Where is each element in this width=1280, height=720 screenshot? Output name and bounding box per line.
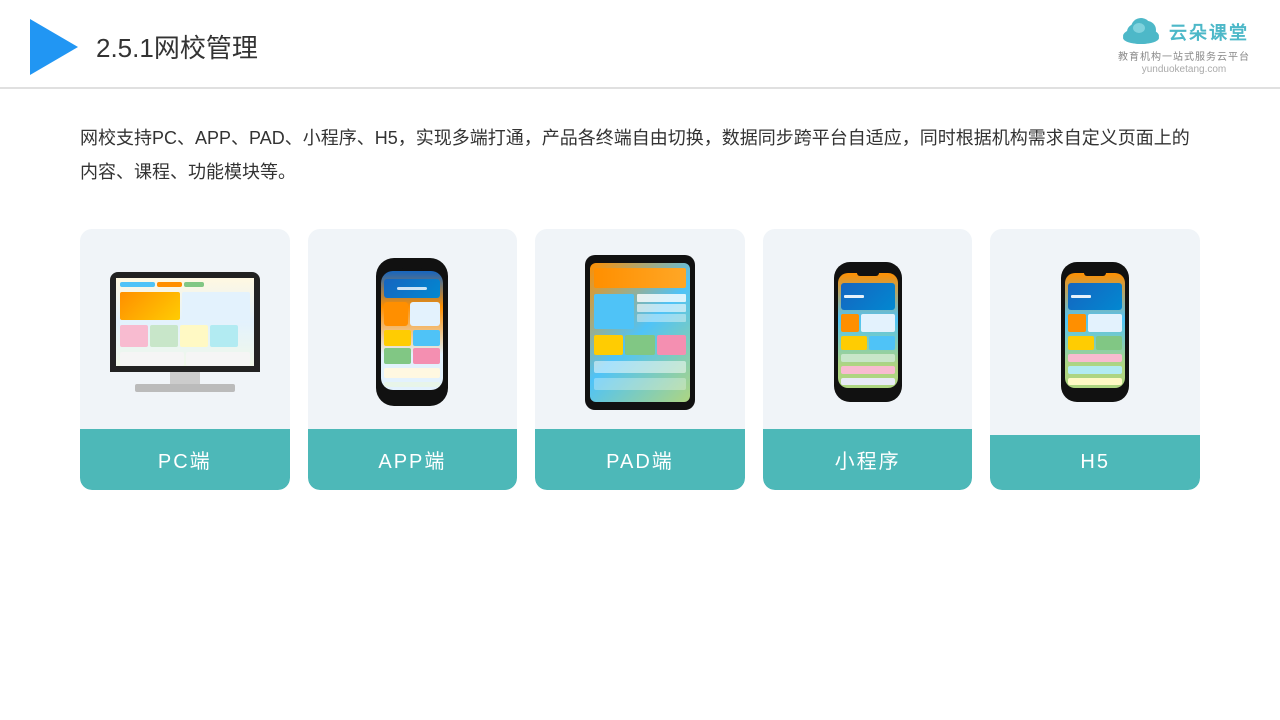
app-phone-mockup bbox=[376, 258, 448, 406]
title-prefix: 2.5.1 bbox=[96, 33, 154, 63]
h5-phone-outer bbox=[1061, 262, 1129, 402]
description-text: 网校支持PC、APP、PAD、小程序、H5，实现多端打通，产品各终端自由切换，数… bbox=[0, 89, 1280, 199]
app-card: APP端 bbox=[308, 229, 518, 490]
pc-base-neck bbox=[170, 372, 200, 384]
header-left: 2.5.1网校管理 bbox=[30, 19, 258, 75]
h5-image-area bbox=[990, 229, 1200, 429]
pad-card: PAD端 bbox=[535, 229, 745, 490]
pc-card: PC端 bbox=[80, 229, 290, 490]
cards-container: PC端 bbox=[0, 199, 1280, 510]
title-main: 网校管理 bbox=[154, 33, 258, 63]
h5-phone-notch bbox=[1084, 270, 1106, 276]
h5-label: H5 bbox=[990, 435, 1200, 490]
cloud-logo-group: 云朵课堂 bbox=[1119, 18, 1249, 46]
miniprogram-label: 小程序 bbox=[763, 429, 973, 490]
miniprogram-phone-mockup bbox=[834, 262, 902, 402]
pad-label: PAD端 bbox=[535, 429, 745, 490]
tablet-screen bbox=[590, 263, 690, 402]
miniprogram-card: 小程序 bbox=[763, 229, 973, 490]
app-phone-screen bbox=[381, 271, 443, 390]
miniprogram-image-area bbox=[763, 229, 973, 429]
miniprogram-phone-outer bbox=[834, 262, 902, 402]
miniprogram-screen-content bbox=[838, 273, 898, 388]
app-label: APP端 bbox=[308, 429, 518, 490]
miniprogram-phone-notch bbox=[857, 270, 879, 276]
h5-phone-screen bbox=[1065, 273, 1125, 388]
cloud-icon bbox=[1119, 18, 1163, 46]
pc-mockup bbox=[110, 272, 260, 392]
pc-screen-outer bbox=[110, 272, 260, 372]
page-title: 2.5.1网校管理 bbox=[96, 28, 258, 65]
header: 2.5.1网校管理 云朵课堂 教育机构一站式服务云平台 yunduoketang… bbox=[0, 0, 1280, 89]
miniprogram-phone-screen bbox=[838, 273, 898, 388]
triangle-logo-icon bbox=[30, 19, 78, 75]
app-phone-outer bbox=[376, 258, 448, 406]
tablet-mockup bbox=[585, 255, 695, 410]
app-screen-content bbox=[381, 271, 443, 390]
brand-url: yunduoketang.com bbox=[1142, 64, 1227, 75]
tablet-outer bbox=[585, 255, 695, 410]
pc-image-area bbox=[80, 229, 290, 429]
pc-label: PC端 bbox=[80, 429, 290, 490]
brand-name: 云朵课堂 bbox=[1169, 19, 1249, 45]
h5-card: H5 bbox=[990, 229, 1200, 490]
pc-screen-content bbox=[116, 278, 254, 366]
brand-logo: 云朵课堂 教育机构一站式服务云平台 yunduoketang.com bbox=[1118, 18, 1250, 75]
brand-tagline: 教育机构一站式服务云平台 bbox=[1118, 48, 1250, 63]
app-image-area bbox=[308, 229, 518, 429]
h5-phone-mockup bbox=[1061, 262, 1129, 402]
pc-base bbox=[135, 384, 235, 392]
pad-image-area bbox=[535, 229, 745, 429]
h5-screen-content bbox=[1065, 273, 1125, 388]
tablet-screen-content bbox=[590, 263, 690, 402]
